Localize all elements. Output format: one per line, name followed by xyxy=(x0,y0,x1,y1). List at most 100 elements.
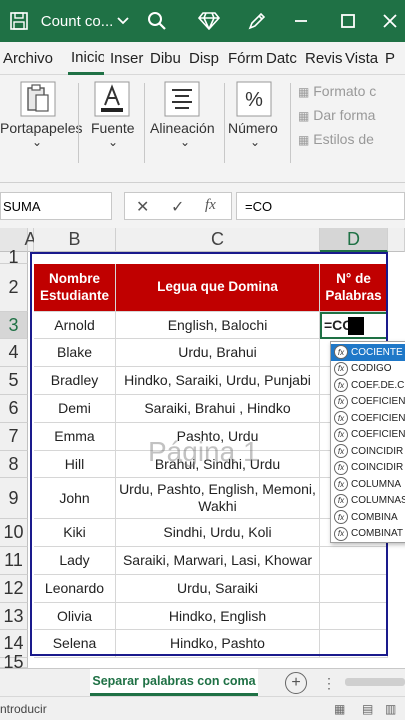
format-as-table-button[interactable]: ▦ Dar forma xyxy=(298,107,375,123)
name-box[interactable]: SUMA xyxy=(0,192,112,220)
row-header[interactable]: 9 xyxy=(0,478,28,519)
conditional-format-button[interactable]: ▦ Formato c xyxy=(298,83,376,99)
cell-student-name[interactable]: Hill xyxy=(34,451,116,478)
chevron-down-icon[interactable] xyxy=(112,0,134,42)
column-header-c[interactable]: C xyxy=(116,228,320,252)
formula-input[interactable]: =CO xyxy=(236,192,405,220)
number-group[interactable]: % Número ⌄ xyxy=(226,75,288,175)
autocomplete-item[interactable]: fx COINCIDIR xyxy=(331,460,405,477)
row-header[interactable]: 13 xyxy=(0,603,28,630)
file-name[interactable]: Count co... xyxy=(41,0,114,42)
cell-word-count[interactable] xyxy=(320,575,388,603)
cell-word-count[interactable] xyxy=(320,547,388,575)
cell-word-count[interactable] xyxy=(320,603,388,630)
autocomplete-item[interactable]: fx COINCIDIR xyxy=(331,443,405,460)
column-header-d[interactable]: D xyxy=(320,228,388,252)
row-header[interactable]: 3 xyxy=(0,312,28,339)
normal-view-icon[interactable]: ▦ xyxy=(334,702,345,716)
cell-student-name[interactable]: Emma xyxy=(34,423,116,451)
more-options-icon[interactable]: ⋮ xyxy=(322,675,336,692)
cell-student-name[interactable]: Olivia xyxy=(34,603,116,630)
row-header[interactable]: 2 xyxy=(0,264,28,312)
cell-student-name[interactable]: Bradley xyxy=(34,367,116,395)
autocomplete-item[interactable]: fx COEFICIEN xyxy=(331,410,405,427)
alignment-group[interactable]: Alineación ⌄ xyxy=(148,75,224,175)
row-header[interactable]: 15 xyxy=(0,652,28,672)
cell-languages[interactable]: Urdu, Pashto, English, Memoni, Wakhi xyxy=(116,478,320,519)
check-icon[interactable]: ✓ xyxy=(171,197,184,217)
font-group[interactable]: Fuente ⌄ xyxy=(82,75,144,175)
tab-inicio[interactable]: Inicio xyxy=(68,42,104,75)
tab-disposicion[interactable]: Disp xyxy=(186,42,224,75)
cell-languages[interactable]: Saraiki, Brahui , Hindko xyxy=(116,395,320,423)
cell-languages[interactable]: Hindko, Pashto xyxy=(116,630,320,658)
minimize-icon[interactable] xyxy=(286,0,316,42)
autocomplete-item[interactable]: fx CODIGO xyxy=(331,361,405,378)
row-header[interactable]: 11 xyxy=(0,547,28,575)
column-header-e[interactable] xyxy=(388,228,405,252)
cell-student-name[interactable]: Leonardo xyxy=(34,575,116,603)
function-autocomplete[interactable]: fx COCIENTE fx CODIGO fx COEF.DE.C fx COEFICIEN… xyxy=(330,341,405,543)
cell-word-count[interactable] xyxy=(320,630,388,658)
row-header[interactable]: 7 xyxy=(0,423,28,451)
tab-revisar[interactable]: Revis xyxy=(302,42,342,75)
cell-student-name[interactable]: Arnold xyxy=(34,312,116,339)
diamond-icon[interactable] xyxy=(194,0,224,42)
header-cell-palabras[interactable]: N° de Palabras xyxy=(320,264,388,312)
header-cell-lengua[interactable]: Legua que Domina xyxy=(116,264,320,312)
autocomplete-item[interactable]: fx COCIENTE xyxy=(331,344,405,361)
function-icon[interactable]: fx xyxy=(205,197,216,214)
row-header[interactable]: 12 xyxy=(0,575,28,603)
autocomplete-item[interactable]: fx COLUMNAS xyxy=(331,493,405,510)
tab-datos[interactable]: Datc xyxy=(263,42,301,75)
autocomplete-item[interactable]: fx COEFICIEN xyxy=(331,427,405,444)
function-icon: fx xyxy=(334,460,348,475)
cell-student-name[interactable]: John xyxy=(34,478,116,519)
tab-vista[interactable]: Vista xyxy=(342,42,382,75)
cell-student-name[interactable]: Demi xyxy=(34,395,116,423)
autocomplete-item[interactable]: fx COLUMNA xyxy=(331,476,405,493)
restore-icon[interactable] xyxy=(333,0,363,42)
divider xyxy=(290,83,291,163)
cell-languages[interactable]: Sindhi, Urdu, Koli xyxy=(116,519,320,547)
autocomplete-item[interactable]: fx COMBINAT xyxy=(331,526,405,543)
cancel-icon[interactable]: ✕ xyxy=(136,197,149,217)
tab-insertar[interactable]: Inser xyxy=(107,42,145,75)
header-cell-nombre[interactable]: Nombre Estudiante xyxy=(34,264,116,312)
column-header-b[interactable]: B xyxy=(34,228,116,252)
cell-languages[interactable]: Saraiki, Marwari, Lasi, Khowar xyxy=(116,547,320,575)
cell-styles-button[interactable]: ▦ Estilos de xyxy=(298,131,374,147)
row-header[interactable]: 6 xyxy=(0,395,28,423)
cell-languages[interactable]: Urdu, Saraiki xyxy=(116,575,320,603)
row-header[interactable]: 10 xyxy=(0,519,28,547)
row-header[interactable]: 4 xyxy=(0,339,28,367)
page-layout-icon[interactable]: ▤ xyxy=(362,702,373,716)
row-header[interactable]: 1 xyxy=(0,247,28,267)
cell-languages[interactable]: Hindko, Saraiki, Urdu, Punjabi xyxy=(116,367,320,395)
row-header[interactable]: 8 xyxy=(0,451,28,478)
cell-languages[interactable]: Hindko, English xyxy=(116,603,320,630)
autocomplete-item[interactable]: fx COEFICIEN xyxy=(331,394,405,411)
cell-student-name[interactable]: Selena xyxy=(34,630,116,658)
cell-student-name[interactable]: Lady xyxy=(34,547,116,575)
tab-dibujar[interactable]: Dibu xyxy=(147,42,185,75)
tab-more[interactable]: P xyxy=(382,42,405,75)
autocomplete-item[interactable]: fx COEF.DE.C xyxy=(331,377,405,394)
save-icon[interactable] xyxy=(4,0,34,42)
cell-student-name[interactable]: Blake xyxy=(34,339,116,367)
cell-languages[interactable]: Urdu, Brahui xyxy=(116,339,320,367)
page-break-icon[interactable]: ▥ xyxy=(385,702,396,716)
sheet-tab[interactable]: Separar palabras con coma xyxy=(90,669,258,696)
cell-languages[interactable]: English, Balochi xyxy=(116,312,320,339)
close-icon[interactable] xyxy=(375,0,405,42)
pen-icon[interactable] xyxy=(242,0,272,42)
cell-student-name[interactable]: Kiki xyxy=(34,519,116,547)
autocomplete-item[interactable]: fx COMBINA xyxy=(331,509,405,526)
horizontal-scrollbar[interactable] xyxy=(345,678,405,686)
add-sheet-icon[interactable]: + xyxy=(285,672,307,694)
row-header[interactable]: 5 xyxy=(0,367,28,395)
tab-archivo[interactable]: Archivo xyxy=(0,42,64,75)
search-icon[interactable] xyxy=(142,0,172,42)
tab-formulas[interactable]: Fórm xyxy=(225,42,263,75)
clipboard-group[interactable]: Portapapeles ⌄ xyxy=(0,75,83,175)
